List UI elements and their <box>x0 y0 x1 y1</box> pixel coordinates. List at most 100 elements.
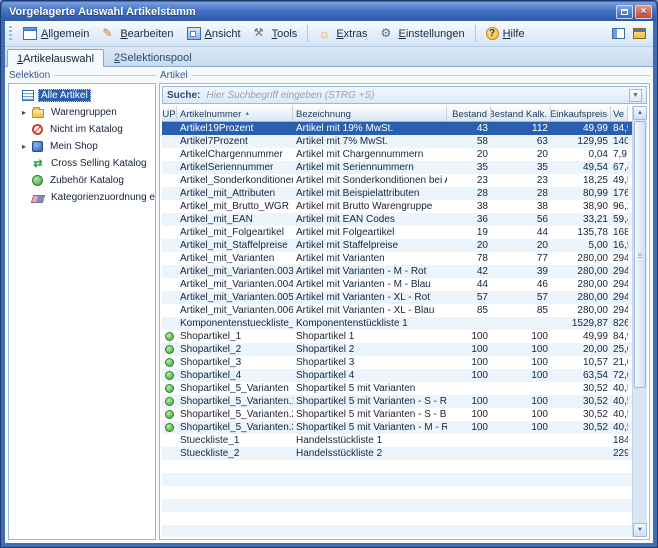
column-header-bezeichnung[interactable]: Bezeichnung <box>293 106 447 122</box>
cell-verkaufspreis: 40,5 <box>611 408 628 421</box>
cell-bestand: 20 <box>447 239 491 252</box>
eraser-icon <box>31 195 46 203</box>
table-row[interactable]: Shopartikel_5_Varianten.3 Shopartikel 5 … <box>162 421 632 434</box>
webshop-icon <box>165 410 174 419</box>
einstellungen-button[interactable]: Einstellungen <box>375 24 471 44</box>
maximize-button[interactable] <box>616 5 633 19</box>
tree-item-alle-artikel[interactable]: Alle Artikel <box>9 87 155 104</box>
tree-item-zubehoer-katalog[interactable]: Zubehör Katalog <box>9 172 155 189</box>
table-row[interactable]: Artikel_mit_Varianten.005 Artikel mit Va… <box>162 291 632 304</box>
table-row[interactable]: ArtikelSeriennummer Artikel mit Seriennu… <box>162 161 632 174</box>
cell-up <box>162 317 177 330</box>
table-row[interactable]: Artikel_mit_EAN Artikel mit EAN Codes 36… <box>162 213 632 226</box>
table-row[interactable]: Shopartikel_5_Varianten.2 Shopartikel 5 … <box>162 408 632 421</box>
tree-item-nicht-im-katalog[interactable]: Nicht im Katalog <box>9 121 155 138</box>
table-row[interactable]: Artikel_mit_Brutto_WGR Artikel mit Brutt… <box>162 200 632 213</box>
table-row[interactable]: Komponentenstueckliste_1 Komponentenstüc… <box>162 317 632 330</box>
vertical-scrollbar[interactable]: ▲ ▼ <box>632 106 647 537</box>
cell-bestand-kalk: 56 <box>491 213 551 226</box>
window-layout-button[interactable] <box>608 24 628 44</box>
table-row[interactable]: Shopartikel_5_Varianten Shopartikel 5 mi… <box>162 382 632 395</box>
table-row[interactable]: Stueckliste_2 Handelsstückliste 2 229 <box>162 447 632 460</box>
cell-artikelnummer: Shopartikel_3 <box>177 356 293 369</box>
cell-bestand-kalk <box>491 382 551 395</box>
table-row[interactable]: Shopartikel_3 Shopartikel 3 100 100 10,5… <box>162 356 632 369</box>
table-row[interactable]: Artikel_mit_Attributen Artikel mit Beisp… <box>162 187 632 200</box>
cell-bestand-kalk: 39 <box>491 265 551 278</box>
ansicht-button[interactable]: Ansicht <box>181 24 247 44</box>
scrollbar-thumb[interactable] <box>634 121 646 388</box>
column-chooser-button[interactable] <box>629 24 649 44</box>
table-row[interactable]: ArtikelChargennummer Artikel mit Chargen… <box>162 148 632 161</box>
expand-triangle-icon[interactable]: ▸ <box>22 108 32 118</box>
column-header-einkaufspreis[interactable]: Einkaufspreis <box>551 106 611 122</box>
cell-einkaufspreis: 135,78 <box>551 226 611 239</box>
tree-item-label: Zubehör Katalog <box>47 174 127 187</box>
cell-verkaufspreis: 176 <box>611 187 628 200</box>
tab-selektionspool[interactable]: 2 Selektionspool <box>104 48 202 66</box>
column-header-verkaufspreis[interactable]: Ve <box>611 106 628 122</box>
help-icon <box>486 27 499 40</box>
table-row[interactable]: Artikel_mit_Varianten.006 Artikel mit Va… <box>162 304 632 317</box>
cell-artikelnummer: Stueckliste_1 <box>177 434 293 447</box>
cell-bestand-kalk: 100 <box>491 369 551 382</box>
table-row[interactable]: Artikel_Sonderkonditionen Artikel mit So… <box>162 174 632 187</box>
table-row[interactable]: Artikel19Prozent Artikel mit 19% MwSt. 4… <box>162 122 632 135</box>
tree-item-kategorienzuordnung-entfernen[interactable]: Kategorienzuordnung entfernen <box>9 189 155 206</box>
extras-button[interactable]: Extras <box>312 24 373 44</box>
column-header-bestand-kalk[interactable]: Bestand Kalk. <box>491 106 551 122</box>
expand-triangle-icon[interactable]: ▸ <box>22 142 32 152</box>
table-row[interactable]: Shopartikel_2 Shopartikel 2 100 100 20,0… <box>162 343 632 356</box>
table-row[interactable]: Artikel_mit_Varianten Artikel mit Varian… <box>162 252 632 265</box>
folder-icon <box>32 109 44 118</box>
table-row[interactable]: Shopartikel_4 Shopartikel 4 100 100 63,5… <box>162 369 632 382</box>
cell-einkaufspreis: 49,54 <box>551 161 611 174</box>
cell-bezeichnung: Shopartikel 5 mit Varianten - S - Rot <box>293 395 447 408</box>
tree-item-warengruppen[interactable]: ▸ Warengruppen <box>9 104 155 121</box>
search-input[interactable]: Suche: Hier Suchbegriff eingeben (STRG +… <box>162 86 647 104</box>
scroll-down-icon[interactable]: ▼ <box>633 523 647 537</box>
tools-icon <box>254 27 268 40</box>
table-row[interactable]: Artikel7Prozent Artikel mit 7% MwSt. 58 … <box>162 135 632 148</box>
table-row[interactable]: Artikel_mit_Varianten.004 Artikel mit Va… <box>162 278 632 291</box>
cell-bestand-kalk: 85 <box>491 304 551 317</box>
cell-einkaufspreis: 280,00 <box>551 252 611 265</box>
hilfe-button[interactable]: Hilfe <box>480 24 531 44</box>
tools-button[interactable]: Tools <box>248 24 304 44</box>
cell-bezeichnung: Shopartikel 2 <box>293 343 447 356</box>
webshop-icon <box>165 384 174 393</box>
cell-verkaufspreis: 294 <box>611 278 628 291</box>
allgemein-button[interactable]: Allgemein <box>17 24 95 44</box>
selection-tree: Alle Artikel ▸ Warengruppen Nicht im Kat… <box>9 84 155 206</box>
cell-bestand: 44 <box>447 278 491 291</box>
chevron-down-icon[interactable]: ▼ <box>629 89 642 102</box>
titlebar[interactable]: Vorgelagerte Auswahl Artikelstamm × <box>2 2 656 21</box>
table-row[interactable]: Stueckliste_1 Handelsstückliste 1 184 <box>162 434 632 447</box>
all-articles-icon <box>22 90 34 101</box>
table-row[interactable]: Artikel_mit_Varianten.003 Artikel mit Va… <box>162 265 632 278</box>
toolbar-separator <box>475 25 476 42</box>
webshop-icon <box>165 345 174 354</box>
close-button[interactable]: × <box>635 5 652 19</box>
tab-artikelauswahl[interactable]: 1 Artikelauswahl <box>7 49 104 67</box>
bearbeiten-button[interactable]: Bearbeiten <box>96 24 179 44</box>
scroll-up-icon[interactable]: ▲ <box>633 106 647 120</box>
tree-item-cross-selling-katalog[interactable]: ⇄ Cross Selling Katalog <box>9 155 155 172</box>
table-row[interactable]: Shopartikel_5_Varianten.1 Shopartikel 5 … <box>162 395 632 408</box>
column-header-bestand[interactable]: Bestand <box>447 106 491 122</box>
extras-label: Extras <box>336 28 367 40</box>
cell-up <box>162 356 177 369</box>
cell-bestand <box>447 382 491 395</box>
gear-icon <box>381 27 395 40</box>
column-header-artikelnummer[interactable]: Artikelnummer ▲ <box>177 106 293 122</box>
cell-up <box>162 252 177 265</box>
column-header-up[interactable]: UP <box>162 106 177 122</box>
table-row[interactable]: Shopartikel_1 Shopartikel 1 100 100 49,9… <box>162 330 632 343</box>
cell-bestand: 85 <box>447 304 491 317</box>
cell-einkaufspreis: 80,99 <box>551 187 611 200</box>
table-row[interactable]: Artikel_mit_Folgeartikel Artikel mit Fol… <box>162 226 632 239</box>
toolbar-grip[interactable] <box>9 26 12 42</box>
table-row[interactable]: Artikel_mit_Staffelpreise Artikel mit St… <box>162 239 632 252</box>
tree-item-mein-shop[interactable]: ▸ Mein Shop <box>9 138 155 155</box>
cell-bezeichnung: Artikel mit Folgeartikel <box>293 226 447 239</box>
